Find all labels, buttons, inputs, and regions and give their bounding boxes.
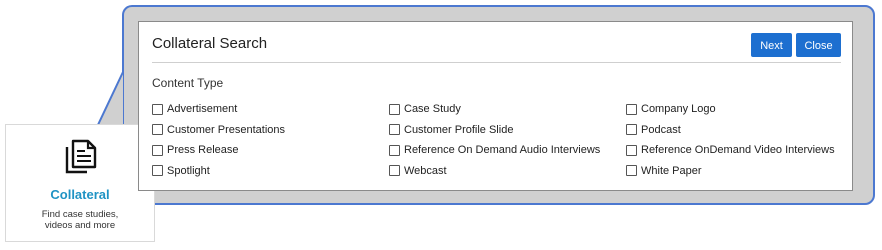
option-label: Podcast: [641, 123, 681, 136]
checkbox[interactable]: [152, 165, 163, 177]
tile-subtitle-line1: Find case studies,: [41, 209, 119, 220]
option-advertisement[interactable]: Advertisement: [152, 99, 389, 120]
option-webcast[interactable]: Webcast: [389, 161, 626, 182]
option-label: Press Release: [167, 144, 239, 157]
checkbox[interactable]: [152, 144, 163, 156]
option-customer-profile-slide[interactable]: Customer Profile Slide: [389, 120, 626, 141]
option-label: Company Logo: [641, 103, 716, 116]
option-label: Customer Presentations: [167, 123, 285, 136]
tile-title: Collateral: [50, 187, 110, 202]
option-label: Reference On Demand Audio Interviews: [404, 144, 601, 157]
content-type-options: Advertisement Case Study Company Logo Cu…: [152, 99, 852, 181]
next-button[interactable]: Next: [751, 33, 792, 57]
collateral-search-dialog: Collateral Search Next Close Content Typ…: [138, 21, 853, 191]
checkbox[interactable]: [389, 144, 400, 156]
option-label: Advertisement: [167, 103, 238, 116]
content-type-label: Content Type: [152, 76, 224, 90]
option-label: White Paper: [641, 164, 702, 177]
document-copy-icon: [65, 139, 97, 174]
tile-subtitle: Find case studies, videos and more: [6, 209, 154, 231]
option-reference-audio-interviews[interactable]: Reference On Demand Audio Interviews: [389, 140, 626, 161]
option-label: Customer Profile Slide: [404, 123, 514, 136]
option-press-release[interactable]: Press Release: [152, 140, 389, 161]
tile-subtitle-line2: videos and more: [44, 220, 116, 231]
option-label: Case Study: [404, 103, 461, 116]
option-podcast[interactable]: Podcast: [626, 120, 852, 141]
option-company-logo[interactable]: Company Logo: [626, 99, 852, 120]
checkbox[interactable]: [389, 124, 400, 136]
option-customer-presentations[interactable]: Customer Presentations: [152, 120, 389, 141]
collateral-tile[interactable]: Collateral Find case studies, videos and…: [5, 124, 155, 242]
option-white-paper[interactable]: White Paper: [626, 161, 852, 182]
page: Collateral Find case studies, videos and…: [0, 0, 882, 250]
option-case-study[interactable]: Case Study: [389, 99, 626, 120]
option-label: Reference OnDemand Video Interviews: [641, 144, 835, 157]
checkbox[interactable]: [389, 165, 400, 177]
checkbox[interactable]: [626, 103, 637, 115]
option-label: Webcast: [404, 164, 447, 177]
checkbox[interactable]: [152, 124, 163, 136]
option-spotlight[interactable]: Spotlight: [152, 161, 389, 182]
checkbox[interactable]: [389, 103, 400, 115]
dialog-title: Collateral Search: [152, 35, 268, 52]
checkbox[interactable]: [626, 144, 637, 156]
option-reference-video-interviews[interactable]: Reference OnDemand Video Interviews: [626, 140, 852, 161]
close-button[interactable]: Close: [796, 33, 841, 57]
option-label: Spotlight: [167, 164, 210, 177]
checkbox[interactable]: [626, 124, 637, 136]
checkbox[interactable]: [626, 165, 637, 177]
divider: [152, 62, 841, 63]
checkbox[interactable]: [152, 103, 163, 115]
